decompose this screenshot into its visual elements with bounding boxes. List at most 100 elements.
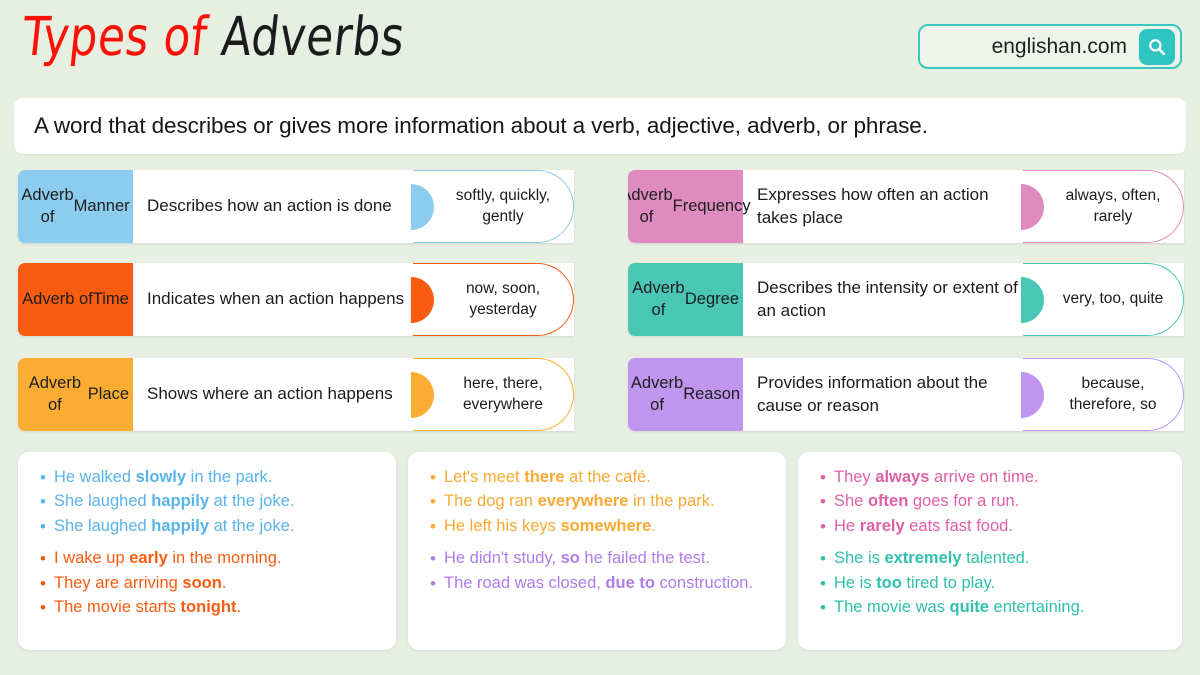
adverb-card-description: Shows where an action happens bbox=[147, 384, 393, 404]
bullet-icon: • bbox=[430, 468, 436, 487]
example-list-item: • He is too tired to play. bbox=[812, 572, 1172, 595]
adverb-card-examples-pill: because, therefore, so bbox=[1021, 358, 1184, 431]
sentence-prefix: He didn't study, bbox=[444, 549, 561, 568]
example-group: • They always arrive on time. • She often g… bbox=[812, 466, 1172, 538]
adverb-card-label-text: Place bbox=[87, 384, 129, 403]
example-sentence: They are arriving soon. bbox=[54, 572, 386, 595]
adverb-card-label-text: Adverb of bbox=[21, 186, 74, 226]
example-list-item: • They always arrive on time. bbox=[812, 466, 1172, 489]
bullet-icon: • bbox=[430, 573, 436, 593]
adverb-card-examples-pill: here, there, everywhere bbox=[411, 358, 574, 431]
example-list-item: • She is extremely talented. bbox=[812, 547, 1172, 570]
adverb-card-label-text: Degree bbox=[684, 289, 739, 308]
adverb-card-label-text: Frequency bbox=[672, 196, 751, 215]
adverb-card-label-text: Adverb of bbox=[630, 374, 684, 414]
sentence-adverb: too bbox=[876, 573, 902, 592]
search-icon[interactable] bbox=[1139, 28, 1175, 65]
adverb-card-examples-text: because, therefore, so bbox=[1069, 375, 1157, 413]
adverb-card-examples-pill: softly, quickly, gently bbox=[411, 170, 574, 243]
sentence-adverb: always bbox=[875, 468, 930, 486]
sentence-suffix: arrive on time. bbox=[929, 468, 1039, 486]
sentence-suffix: tired to play. bbox=[901, 573, 996, 592]
example-sentence: He didn't study, so he failed the test. bbox=[444, 547, 776, 570]
example-box: • Let's meet there at the café. • The dog r… bbox=[408, 452, 786, 650]
sentence-prefix: She is bbox=[834, 549, 885, 568]
sentence-adverb: rarely bbox=[859, 516, 905, 535]
sentence-prefix: She bbox=[834, 492, 868, 511]
example-sentence: He is too tired to play. bbox=[834, 572, 1172, 595]
example-list-item: • The dog ran everywhere in the park. bbox=[422, 490, 776, 513]
sentence-suffix: . bbox=[236, 598, 242, 617]
sentence-adverb: slowly bbox=[135, 468, 187, 486]
bullet-icon: • bbox=[40, 549, 46, 569]
sentence-suffix: at the café. bbox=[564, 468, 651, 486]
bullet-icon: • bbox=[820, 468, 826, 487]
adverb-card-label-text: Adverb of bbox=[22, 289, 93, 308]
pill-accent-icon bbox=[1021, 277, 1045, 323]
adverb-card-label: Adverb ofFrequency bbox=[628, 170, 751, 243]
adverb-card-description: Expresses how often an action takes plac… bbox=[757, 184, 989, 227]
bullet-icon: • bbox=[820, 573, 826, 593]
sentence-prefix: The movie starts bbox=[54, 598, 181, 617]
sentence-prefix: The dog ran bbox=[444, 492, 538, 511]
sentence-prefix: She laughed bbox=[54, 492, 152, 511]
example-list-item: • He walked slowly in the park. bbox=[32, 466, 386, 489]
adverb-card-examples-pill: now, soon, yesterday bbox=[411, 263, 574, 336]
sentence-prefix: The road was closed, bbox=[444, 573, 606, 592]
example-sentence: He walked slowly in the park. bbox=[54, 466, 386, 489]
example-group: • He walked slowly in the park. • She laugh… bbox=[32, 466, 386, 538]
sentence-suffix: he failed the test. bbox=[579, 549, 711, 568]
brand-badge[interactable]: englishan.com bbox=[918, 24, 1182, 69]
sentence-adverb: quite bbox=[949, 598, 989, 617]
sentence-adverb: there bbox=[524, 468, 565, 486]
example-list-item: • The road was closed, due to constructio… bbox=[422, 572, 776, 595]
sentence-adverb: so bbox=[560, 549, 580, 568]
adverb-card-examples-text: very, too, quite bbox=[1062, 290, 1164, 308]
example-group: • Let's meet there at the café. • The dog r… bbox=[422, 466, 776, 538]
adverb-card: Adverb ofFrequencyExpresses how often an… bbox=[628, 170, 1184, 243]
sentence-suffix: talented. bbox=[961, 549, 1030, 568]
example-sentence: Let's meet there at the café. bbox=[444, 466, 776, 489]
adverb-card-examples-pill: always, often, rarely bbox=[1021, 170, 1184, 243]
adverb-card-description: Describes how an action is done bbox=[147, 196, 392, 216]
adverb-card-description: Indicates when an action happens bbox=[147, 289, 405, 309]
sentence-prefix: He bbox=[834, 516, 860, 535]
example-sentence: The movie starts tonight. bbox=[54, 596, 386, 619]
example-box: • They always arrive on time. • She often g… bbox=[798, 452, 1182, 650]
header: Types of Adverbs englishan.com bbox=[0, 0, 1200, 88]
sentence-suffix: . bbox=[651, 516, 656, 535]
bullet-icon: • bbox=[430, 516, 436, 536]
adverb-card-examples-text: here, there, everywhere bbox=[462, 375, 544, 413]
sentence-prefix: They are arriving bbox=[54, 573, 183, 592]
adverb-card: Adverb of Degree Describes the intensity o… bbox=[628, 263, 1184, 336]
adverb-card-label-text: Adverb of bbox=[628, 186, 673, 226]
example-list-item: • He didn't study, so he failed the test. bbox=[422, 547, 776, 570]
sentence-suffix: goes for a run. bbox=[908, 492, 1020, 511]
example-sentence: She laughed happily at the joke. bbox=[54, 490, 386, 513]
page-title-black: Adverbs bbox=[218, 6, 408, 69]
example-list-item: • She often goes for a run. bbox=[812, 490, 1172, 513]
example-sentence: She laughed happily at the joke. bbox=[54, 515, 386, 538]
definition-text: A word that describes or gives more info… bbox=[34, 113, 928, 138]
sentence-adverb: somewhere bbox=[560, 516, 652, 535]
example-sentence: The dog ran everywhere in the park. bbox=[444, 490, 776, 513]
sentence-prefix: He is bbox=[834, 573, 877, 592]
sentence-suffix: at the joke. bbox=[209, 492, 295, 511]
adverb-card-examples-text: now, soon, yesterday bbox=[465, 280, 541, 318]
adverb-card-description: Provides information about the cause or … bbox=[757, 372, 988, 415]
bullet-icon: • bbox=[430, 492, 436, 512]
bullet-icon: • bbox=[40, 492, 46, 512]
bullet-icon: • bbox=[40, 598, 46, 618]
example-list-item: • Let's meet there at the café. bbox=[422, 466, 776, 489]
adverb-card: Adverb of Reason Provides information abou… bbox=[628, 358, 1184, 431]
example-sentence: I wake up early in the morning. bbox=[54, 547, 386, 570]
adverb-card-label: Adverb of Time bbox=[18, 263, 133, 336]
definition-bar: A word that describes or gives more info… bbox=[14, 98, 1186, 154]
adverb-card-examples-text: always, often, rarely bbox=[1065, 187, 1161, 225]
adverb-card-description: Describes the intensity or extent of an … bbox=[757, 277, 1018, 320]
example-list-item: • She laughed happily at the joke. bbox=[32, 490, 386, 513]
adverb-card: Adverb of Time Indicates when an action ha… bbox=[18, 263, 574, 336]
example-group: • I wake up early in the morning. • They ar… bbox=[32, 547, 386, 619]
sentence-suffix: construction. bbox=[654, 573, 754, 592]
example-list-item: • They are arriving soon. bbox=[32, 572, 386, 595]
